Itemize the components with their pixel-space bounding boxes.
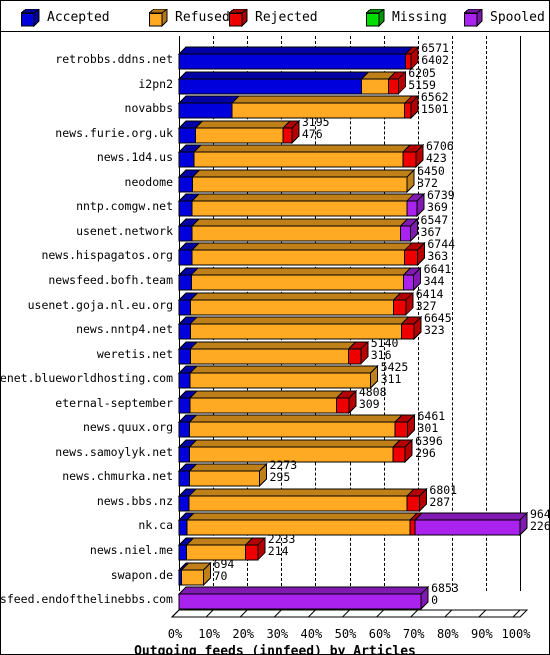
legend-label: Rejected: [255, 9, 318, 25]
bar-accepted-label: 214: [267, 544, 289, 558]
x-axis-tick: 70%: [402, 627, 425, 641]
x-axis-title: Outgoing feeds (innfeed) by Articles: [134, 644, 416, 655]
bar-accepted-label: 1501: [420, 102, 449, 117]
legend-label: Accepted: [47, 9, 110, 25]
bar-accepted-label: 369: [427, 200, 448, 215]
bar-row: 6744 363: [1, 238, 549, 267]
bar-row: 6547 367: [1, 214, 549, 243]
chart-legend: Accepted Refused Rejected Missing Spooled: [1, 1, 549, 32]
bar-row: 6645 323: [1, 312, 549, 341]
x-axis-tick: 80%: [436, 627, 459, 641]
x-axis-tick: 0%: [167, 627, 183, 641]
bar-row: 6801 287: [1, 484, 549, 513]
bar-row: 5140 316: [1, 337, 549, 365]
cube-icon: [19, 7, 41, 27]
legend-item-accepted: Accepted: [19, 7, 110, 27]
bar-accepted-label: 363: [427, 249, 449, 264]
x-axis-tick: 40%: [300, 627, 323, 641]
x-axis-tick: 90%: [471, 627, 493, 641]
bar-total-label: 6205: [408, 65, 436, 80]
cube-icon: [147, 7, 169, 27]
bar-row: 2233 214: [1, 533, 549, 562]
chart-screenshot: Accepted Refused Rejected Missing Spooled re…: [0, 0, 550, 655]
axis-floor: [170, 609, 529, 618]
bar-accepted-label: 287: [429, 494, 451, 509]
bar-accepted-label: 372: [417, 175, 438, 190]
legend-item-missing: Missing: [364, 7, 447, 27]
legend-label: Refused: [175, 9, 230, 25]
bar-total-label: 6414: [415, 286, 444, 301]
bar-row: 6205 5159: [1, 67, 549, 95]
bar-row: 6641 344: [1, 263, 549, 292]
bar-accepted-label: 311: [380, 372, 402, 387]
bar-row: 6562 1501: [1, 91, 549, 120]
bar-row: 6450 372: [1, 165, 549, 193]
legend-label: Spooled: [490, 9, 545, 25]
bar-total-label: 5140: [370, 335, 399, 350]
bar-row: 4808 309: [1, 386, 549, 414]
bar-accepted-label: 295: [269, 470, 291, 485]
bar-accepted-label: 5159: [408, 77, 436, 92]
bar-accepted-label: 6402: [421, 53, 449, 67]
cube-icon: [364, 7, 386, 27]
bar-row: 5425 311: [1, 361, 549, 390]
bar-accepted-label: 70: [213, 568, 228, 583]
bar-row: 694 70: [1, 558, 549, 586]
x-axis-tick: 10%: [198, 627, 220, 641]
bar-accepted-label: 423: [425, 151, 447, 166]
bar-total-label: 6396: [415, 433, 443, 448]
bar-row: 6739 369: [1, 189, 549, 218]
bar-row: 6706 423: [1, 140, 549, 169]
bar-total-label: 4808: [358, 384, 387, 399]
bar-accepted-label: 323: [423, 323, 445, 338]
bar-row: 3195 476: [1, 116, 549, 144]
legend-item-spooled: Spooled: [462, 7, 545, 27]
x-axis-tick: 60%: [368, 627, 391, 641]
bar-accepted-label: 309: [358, 396, 380, 411]
cube-icon: [462, 7, 484, 27]
bar-accepted-label: 316: [370, 347, 392, 362]
x-axis-tick: 20%: [232, 627, 255, 641]
legend-item-rejected: Rejected: [227, 7, 318, 27]
bar-accepted-label: 476: [301, 126, 323, 141]
bar-accepted-label: 344: [423, 273, 445, 288]
legend-item-refused: Refused: [147, 7, 230, 27]
x-axis-tick: 30%: [266, 627, 289, 641]
bar-total-label: 694: [213, 556, 235, 571]
legend-label: Missing: [392, 9, 447, 25]
bar-total-label: 3195: [301, 114, 330, 129]
x-axis-tick: 100%: [501, 627, 531, 641]
bar-accepted-label: 226: [530, 519, 550, 534]
bar-row: 2273 295: [1, 459, 549, 488]
bar-accepted-label: 296: [415, 445, 436, 460]
bar-total-label: 6450: [417, 163, 445, 178]
bar-row: 6414 327: [1, 288, 549, 316]
x-axis-tick: 50%: [334, 627, 357, 641]
bar-row: 6571 6402: [1, 42, 549, 71]
bar-accepted-label: 301: [417, 421, 439, 436]
bar-row: 6461 301: [1, 410, 549, 439]
cube-icon: [227, 7, 249, 27]
bar-accepted-label: 367: [420, 224, 442, 239]
bar-accepted-label: 327: [415, 298, 437, 313]
plot-area: retrobbs.ddns.net i2pn2 novabbs news.furie.…: [1, 32, 549, 654]
